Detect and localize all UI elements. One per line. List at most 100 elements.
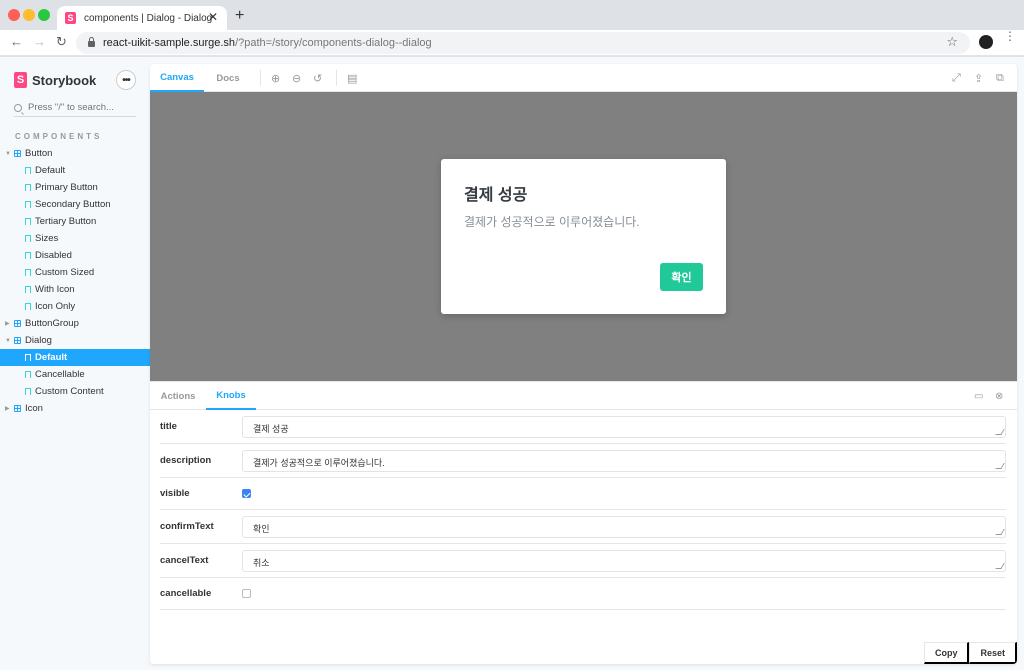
tree-story[interactable]: With Icon [0,281,150,298]
tree-label: Default [35,352,68,363]
addons-panel: Actions Knobs ▭ ⊗ title 결제 성공 descriptio… [150,381,1017,664]
component-icon [14,320,21,327]
tree-component-icon[interactable]: ▶ Icon [0,400,150,417]
brand-name: Storybook [32,72,97,88]
bookmark-icon [25,354,31,361]
preview-toolbar: Canvas Docs ⊕ ⊖ ↺ ▤ ⤢ ⇪ ⧉ [150,64,1017,92]
background-icon[interactable]: ▤ [347,72,357,85]
tree-story[interactable]: Custom Content [0,383,150,400]
tree-story-active[interactable]: Default [0,349,150,366]
confirm-button[interactable]: 확인 [660,263,703,291]
storybook-favicon-icon: S [65,12,76,24]
tree-label: Primary Button [35,182,98,193]
browser-tab[interactable]: S components | Dialog - Dialog ✕ [57,6,227,30]
expanded-arrow-icon: ▼ [5,337,11,344]
knob-row: cancellable [160,578,1006,610]
title-field[interactable]: 결제 성공 [242,415,1006,438]
knob-row: description 결제가 성공적으로 이루어졌습니다. [160,444,1006,478]
window-maximize-button[interactable] [38,9,50,21]
knob-label: cancelText [160,555,209,566]
share-icon[interactable]: ⇪ [974,72,983,85]
profile-avatar[interactable] [979,35,993,49]
tree-label: Custom Content [35,386,104,397]
bookmark-icon [25,167,31,174]
collapsed-arrow-icon: ▶ [5,406,10,412]
knob-label: description [160,455,212,466]
knob-row: confirmText 확인 [160,510,1006,544]
tab-strip: S components | Dialog - Dialog ✕ + [0,0,1024,30]
more-options-button[interactable]: ••• [116,70,136,90]
visible-checkbox[interactable] [242,489,251,498]
tree-story[interactable]: Sizes [0,230,150,247]
knob-row: title 결제 성공 [160,410,1006,444]
bookmark-star-icon[interactable]: ☆ [946,34,958,50]
copy-button[interactable]: Copy [923,642,970,664]
component-icon [14,150,21,157]
bookmark-icon [25,371,31,378]
cancel-text-field[interactable]: 취소 [242,549,1006,572]
tree-label: Disabled [35,250,72,261]
browser-menu-icon[interactable]: ⋮ [1004,30,1016,42]
dialog-title: 결제 성공 [464,187,528,204]
description-field[interactable]: 결제가 성공적으로 이루어졌습니다. [242,449,1006,472]
tree-label: Cancellable [35,369,85,380]
tree-label: Button [25,148,53,159]
address-bar[interactable]: react-uikit-sample.surge.sh/?path=/story… [76,32,970,54]
storybook-app: S Storybook ••• COMPONENTS ▼ Button Defau… [0,57,1024,670]
cancellable-checkbox[interactable] [242,589,251,598]
confirm-text-field[interactable]: 확인 [242,515,1006,538]
tab-actions[interactable]: Actions [150,382,206,410]
dialog-description: 결제가 성공적으로 이루어졌습니다. [464,215,640,229]
tree-story[interactable]: Tertiary Button [0,213,150,230]
component-icon [14,405,21,412]
tree-label: With Icon [35,284,75,295]
brand[interactable]: S Storybook [14,72,96,88]
zoom-out-icon[interactable]: ⊖ [292,72,301,85]
collapsed-arrow-icon: ▶ [5,321,10,327]
search-box[interactable] [14,99,136,117]
fullscreen-icon[interactable]: ⤢ [952,72,961,85]
zoom-reset-icon[interactable]: ↺ [313,72,322,85]
knob-row: visible [160,478,1006,510]
close-tab-icon[interactable]: ✕ [208,10,218,24]
tree-story[interactable]: Cancellable [0,366,150,383]
new-tab-button[interactable]: + [235,7,244,25]
zoom-in-icon[interactable]: ⊕ [271,72,280,85]
tab-canvas[interactable]: Canvas [150,64,204,92]
panel-position-icon[interactable]: ▭ [974,391,983,402]
storybook-logo-icon: S [14,72,27,88]
tree-label: ButtonGroup [25,318,79,329]
tree-component-button[interactable]: ▼ Button [0,145,150,162]
tab-knobs[interactable]: Knobs [206,382,256,410]
reload-button[interactable]: ↻ [56,34,67,50]
dialog: 결제 성공 결제가 성공적으로 이루어졌습니다. 확인 [441,159,726,314]
tab-docs[interactable]: Docs [208,64,248,92]
back-button[interactable]: ← [10,34,23,49]
knobs-list: title 결제 성공 description 결제가 성공적으로 이루어졌습니… [160,410,1006,610]
reset-button[interactable]: Reset [969,642,1017,664]
window-close-button[interactable] [8,9,20,21]
knob-actions: Copy Reset [923,642,1017,664]
search-input[interactable] [28,102,128,113]
tree-story[interactable]: Icon Only [0,298,150,315]
tree-label: Custom Sized [35,267,95,278]
main-panel: Canvas Docs ⊕ ⊖ ↺ ▤ ⤢ ⇪ ⧉ 결제 성공 결제가 성공적으… [150,64,1017,664]
tree-story[interactable]: Default [0,162,150,179]
tree-component-buttongroup[interactable]: ▶ ButtonGroup [0,315,150,332]
bookmark-icon [25,303,31,310]
tree-label: Sizes [35,233,59,244]
window-minimize-button[interactable] [23,9,35,21]
forward-button[interactable]: → [33,34,46,49]
tree-story[interactable]: Primary Button [0,179,150,196]
bookmark-icon [25,201,31,208]
url-text: react-uikit-sample.surge.sh/?path=/story… [103,37,432,49]
close-panel-icon[interactable]: ⊗ [995,391,1003,402]
tree-story[interactable]: Disabled [0,247,150,264]
browser-window: S components | Dialog - Dialog ✕ + ← → ↻… [0,0,1024,670]
tree-label: Tertiary Button [35,216,97,227]
tree-story[interactable]: Custom Sized [0,264,150,281]
browser-toolbar: ← → ↻ react-uikit-sample.surge.sh/?path=… [0,30,1024,56]
copy-link-icon[interactable]: ⧉ [996,72,1004,85]
tree-component-dialog[interactable]: ▼ Dialog [0,332,150,349]
tree-story[interactable]: Secondary Button [0,196,150,213]
